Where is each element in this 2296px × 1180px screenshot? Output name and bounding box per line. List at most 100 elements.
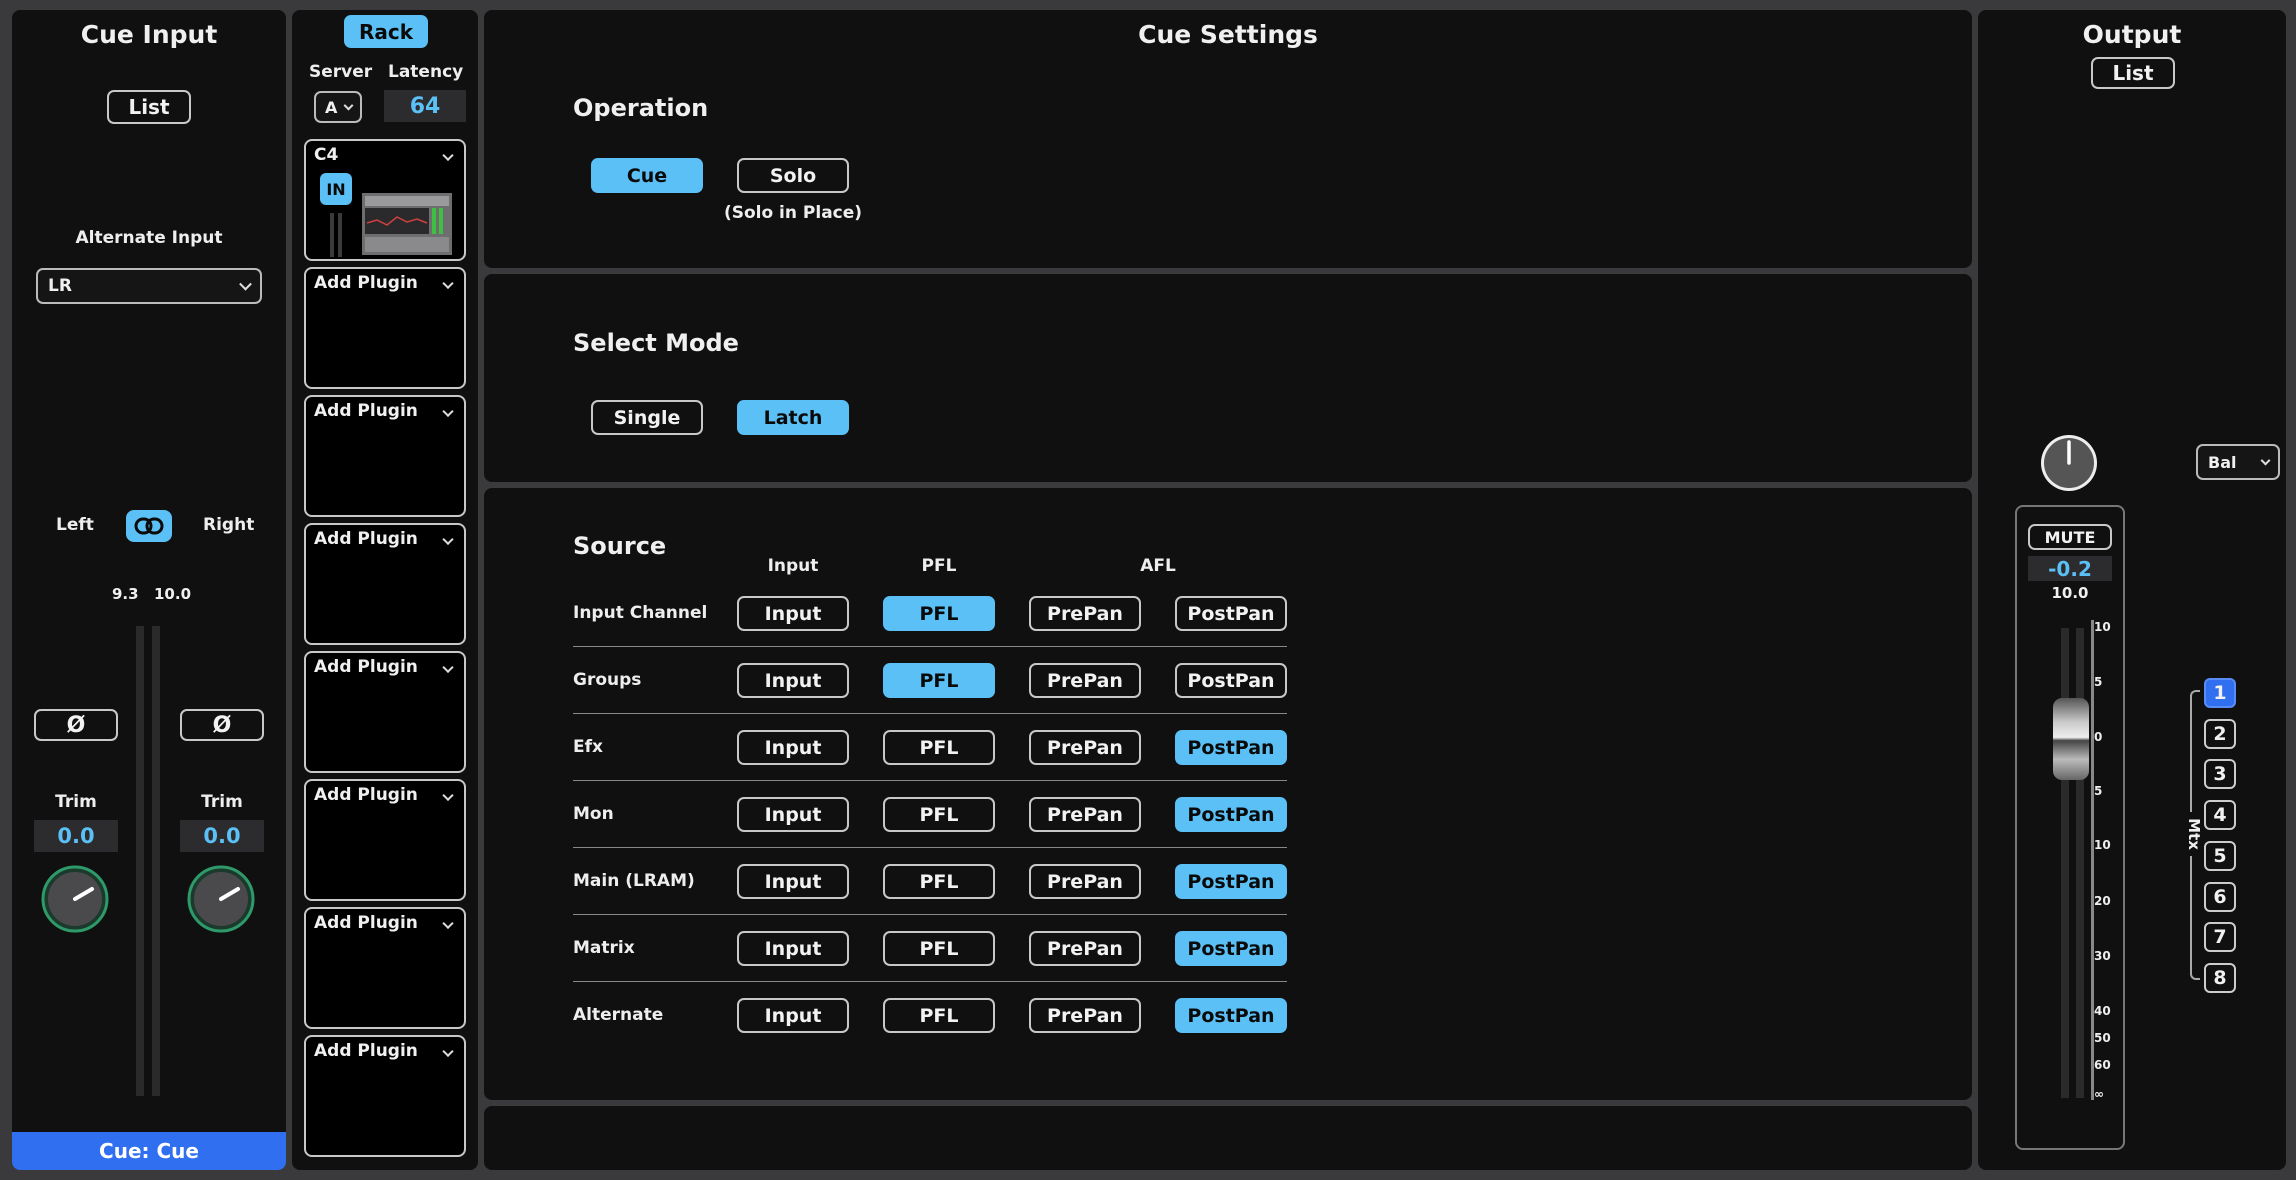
source-input-button[interactable]: Input <box>737 998 849 1033</box>
chevron-down-icon[interactable] <box>442 917 454 930</box>
chevron-down-icon[interactable] <box>442 533 454 546</box>
source-postpan-button[interactable]: PostPan <box>1175 864 1287 899</box>
left-label: Left <box>56 515 94 535</box>
source-prepan-button[interactable]: PrePan <box>1029 797 1141 832</box>
plugin-slot[interactable]: Add Plugin <box>304 651 466 773</box>
mtx-button[interactable]: 8 <box>2204 962 2236 993</box>
chevron-down-icon[interactable] <box>442 789 454 802</box>
left-phase-invert-button[interactable]: Ø <box>34 709 118 741</box>
source-row-label: Alternate <box>573 1005 664 1025</box>
mtx-button[interactable]: 7 <box>2204 922 2236 953</box>
source-pfl-button[interactable]: PFL <box>883 998 995 1033</box>
cue-input-list-button[interactable]: List <box>107 90 191 124</box>
source-pfl-button[interactable]: PFL <box>883 596 995 631</box>
add-plugin-label: Add Plugin <box>314 913 418 933</box>
server-select[interactable]: A <box>314 91 362 123</box>
left-trim-knob[interactable] <box>40 864 110 934</box>
alternate-input-value: LR <box>48 276 72 296</box>
plugin-slot[interactable]: Add Plugin <box>304 267 466 389</box>
source-input-button[interactable]: Input <box>737 864 849 899</box>
source-prepan-button[interactable]: PrePan <box>1029 864 1141 899</box>
source-pfl-button[interactable]: PFL <box>883 797 995 832</box>
source-postpan-button[interactable]: PostPan <box>1175 998 1287 1033</box>
mtx-button[interactable]: 5 <box>2204 840 2236 871</box>
output-fader-scale <box>2091 620 2094 1100</box>
output-balance-value: Bal <box>2208 452 2237 472</box>
plugin-slot-c4[interactable]: C4 IN <box>304 139 466 261</box>
right-trim-value[interactable]: 0.0 <box>180 820 264 852</box>
chevron-down-icon[interactable] <box>442 661 454 674</box>
mtx-button[interactable]: 1 <box>2204 678 2236 708</box>
output-balance-select[interactable]: Bal <box>2196 444 2280 480</box>
source-row-label: Mon <box>573 804 614 824</box>
source-postpan-button[interactable]: PostPan <box>1175 663 1287 698</box>
output-fader-handle[interactable] <box>2053 698 2089 780</box>
cue-settings-title: Cue Settings <box>1138 20 1318 49</box>
source-pfl-button[interactable]: PFL <box>883 663 995 698</box>
source-pfl-button[interactable]: PFL <box>883 864 995 899</box>
link-icon <box>134 517 164 535</box>
mtx-button[interactable]: 2 <box>2204 718 2236 749</box>
output-scale-tick: 10 <box>2094 838 2111 852</box>
select-mode-title: Select Mode <box>573 329 739 357</box>
source-input-button[interactable]: Input <box>737 730 849 765</box>
source-input-button[interactable]: Input <box>737 663 849 698</box>
operation-solo-button[interactable]: Solo <box>737 158 849 193</box>
source-prepan-button[interactable]: PrePan <box>1029 931 1141 966</box>
right-phase-invert-button[interactable]: Ø <box>180 709 264 741</box>
add-plugin-label: Add Plugin <box>314 657 418 677</box>
plugin-slot[interactable]: Add Plugin <box>304 907 466 1029</box>
operation-title: Operation <box>573 94 709 122</box>
source-prepan-button[interactable]: PrePan <box>1029 730 1141 765</box>
output-pan-knob[interactable] <box>2039 433 2099 493</box>
source-postpan-button[interactable]: PostPan <box>1175 931 1287 966</box>
right-trim-knob[interactable] <box>186 864 256 934</box>
output-list-button[interactable]: List <box>2091 57 2175 89</box>
select-mode-single-button[interactable]: Single <box>591 400 703 435</box>
output-scale-tick: 20 <box>2094 894 2111 908</box>
plugin-slot[interactable]: Add Plugin <box>304 1035 466 1157</box>
select-mode-latch-button[interactable]: Latch <box>737 400 849 435</box>
chevron-down-icon[interactable] <box>442 1045 454 1058</box>
cue-input-title: Cue Input <box>80 20 218 49</box>
source-pfl-button[interactable]: PFL <box>883 931 995 966</box>
add-plugin-label: Add Plugin <box>314 401 418 421</box>
mtx-button[interactable]: 3 <box>2204 759 2236 790</box>
chevron-down-icon[interactable] <box>442 405 454 418</box>
source-input-button[interactable]: Input <box>737 596 849 631</box>
plugin-slot[interactable]: Add Plugin <box>304 523 466 645</box>
left-trim-value[interactable]: 0.0 <box>34 820 118 852</box>
rack-button[interactable]: Rack <box>344 15 428 48</box>
source-postpan-button[interactable]: PostPan <box>1175 596 1287 631</box>
output-scale-tick: 30 <box>2094 949 2111 963</box>
source-pfl-button[interactable]: PFL <box>883 730 995 765</box>
mtx-button[interactable]: 4 <box>2204 800 2236 831</box>
output-scale-tick: 5 <box>2094 784 2103 798</box>
source-postpan-button[interactable]: PostPan <box>1175 797 1287 832</box>
source-postpan-button[interactable]: PostPan <box>1175 730 1287 765</box>
plugin-meter-right <box>338 213 342 257</box>
link-button[interactable] <box>126 510 172 542</box>
chevron-down-icon[interactable] <box>442 149 454 162</box>
plugin-in-button[interactable]: IN <box>320 173 352 205</box>
plugin-thumbnail <box>362 193 452 255</box>
source-prepan-button[interactable]: PrePan <box>1029 998 1141 1033</box>
mtx-button[interactable]: 6 <box>2204 881 2236 912</box>
source-input-button[interactable]: Input <box>737 931 849 966</box>
alternate-input-label: Alternate Input <box>75 228 223 248</box>
source-row-divider <box>573 847 1287 848</box>
output-mute-button[interactable]: MUTE <box>2028 524 2112 550</box>
plugin-slot[interactable]: Add Plugin <box>304 395 466 517</box>
output-fader-value[interactable]: -0.2 <box>2028 556 2112 581</box>
plugin-slot[interactable]: Add Plugin <box>304 779 466 901</box>
source-input-button[interactable]: Input <box>737 797 849 832</box>
alternate-input-select[interactable]: LR <box>36 268 262 304</box>
server-value: A <box>325 97 338 117</box>
source-prepan-button[interactable]: PrePan <box>1029 663 1141 698</box>
source-row-divider <box>573 780 1287 781</box>
chevron-down-icon <box>2260 455 2271 466</box>
source-prepan-button[interactable]: PrePan <box>1029 596 1141 631</box>
chevron-down-icon[interactable] <box>442 277 454 290</box>
operation-cue-button[interactable]: Cue <box>591 158 703 193</box>
output-title: Output <box>2082 20 2182 49</box>
